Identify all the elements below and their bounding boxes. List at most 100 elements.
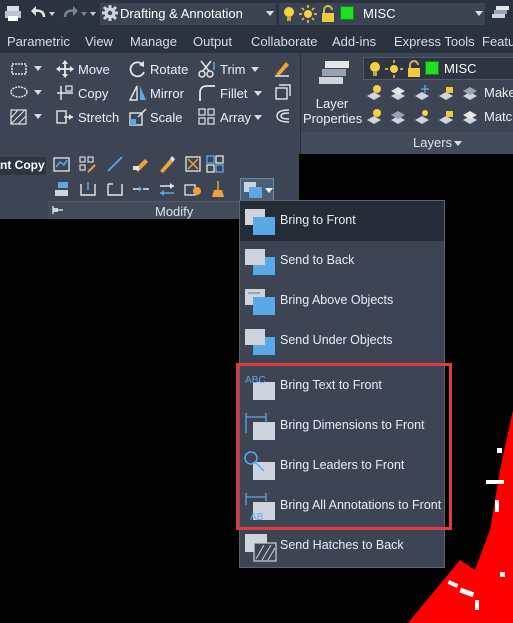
- redo-icon[interactable]: [62, 4, 80, 22]
- offset-icon[interactable]: [273, 107, 291, 125]
- menu-item-send-under-objects[interactable]: Send Under Objects: [240, 321, 444, 361]
- quick-access-toolbar: Drafting & Annotation MISC: [0, 0, 513, 29]
- print-icon[interactable]: [4, 4, 22, 22]
- customize-dropdown-icon[interactable]: [89, 4, 97, 22]
- layer-combo[interactable]: MISC: [363, 57, 513, 80]
- explode-icon[interactable]: [273, 83, 291, 101]
- chevron-down-icon[interactable]: [254, 115, 262, 121]
- tab-express-tools[interactable]: Express Tools: [394, 34, 475, 49]
- layer-lock-icon[interactable]: [437, 84, 455, 100]
- tab-output[interactable]: Output: [193, 34, 232, 49]
- modify-panel-label: Modify: [155, 204, 194, 219]
- workspace-label: Drafting & Annotation: [120, 6, 243, 21]
- chevron-down-icon[interactable]: [34, 66, 42, 72]
- rotate-button[interactable]: Rotate: [150, 62, 188, 77]
- layer-properties-label-1: Layer: [315, 96, 349, 111]
- layer-name: MISC: [444, 61, 477, 76]
- tab-view[interactable]: View: [85, 34, 113, 49]
- clean-icon[interactable]: [209, 180, 227, 198]
- pencil-edit-icon[interactable]: [158, 155, 176, 173]
- send-under-icon: [244, 326, 278, 358]
- draworder-dropdown-button[interactable]: [240, 178, 274, 202]
- line-icon[interactable]: [106, 155, 124, 173]
- trim-button[interactable]: Trim: [220, 62, 246, 77]
- chevron-down-icon[interactable]: [34, 114, 42, 120]
- layer-properties-label-2: Properties: [303, 111, 363, 126]
- undo-dropdown-icon[interactable]: [48, 4, 56, 22]
- menu-item-bring-to-front[interactable]: Bring to Front: [240, 201, 444, 241]
- menu-item-label: Bring to Front: [280, 213, 356, 227]
- mirror-icon: [129, 84, 147, 102]
- draworder-pencil-icon[interactable]: [132, 155, 150, 173]
- layer-name: MISC: [363, 6, 396, 21]
- menu-item-label: Send Under Objects: [280, 333, 393, 347]
- copy-nested-icon[interactable]: [184, 180, 202, 198]
- break-at-point-icon[interactable]: [79, 180, 97, 198]
- match-layer-icon: [461, 108, 479, 124]
- layer-isolate-icon[interactable]: [389, 84, 407, 100]
- trim-icon: [198, 60, 216, 78]
- pin-icon[interactable]: [52, 204, 64, 216]
- menu-item-label: Bring Above Objects: [280, 293, 394, 307]
- layer-unlock-icon[interactable]: [437, 108, 455, 124]
- array-button[interactable]: Array: [220, 110, 251, 125]
- tab-featured[interactable]: Featu: [482, 34, 513, 49]
- layer-freeze-icon[interactable]: [413, 84, 431, 100]
- match-layer-button[interactable]: Match: [484, 109, 513, 124]
- gear-icon: [102, 5, 118, 21]
- tab-collaborate[interactable]: Collaborate: [251, 34, 318, 49]
- chevron-down-icon[interactable]: [34, 90, 42, 96]
- chevron-down-icon: [265, 188, 273, 194]
- break-icon[interactable]: [106, 180, 124, 198]
- layer-walk-icon[interactable]: [389, 108, 407, 124]
- drawing-red-region: [408, 410, 513, 623]
- move-button[interactable]: Move: [78, 62, 110, 77]
- layers-panel-label: Layers: [413, 135, 453, 150]
- layer-dropdown[interactable]: MISC: [279, 3, 485, 25]
- copy-button[interactable]: Copy: [78, 86, 108, 101]
- lightbulb-icon: [368, 60, 382, 78]
- scale-button[interactable]: Scale: [150, 110, 183, 125]
- rectangle-icon[interactable]: [10, 62, 28, 76]
- layers-panel-title[interactable]: Layers: [301, 132, 513, 154]
- fillet-icon: [198, 84, 216, 102]
- layer-off-icon[interactable]: [365, 84, 383, 100]
- layer-properties-icon: [315, 57, 349, 91]
- join-icon[interactable]: [132, 180, 150, 198]
- bring-to-front-icon: [243, 181, 263, 199]
- hatch-icon[interactable]: [10, 109, 28, 125]
- scale-icon: [129, 108, 147, 126]
- menu-item-bring-above-objects[interactable]: Bring Above Objects: [240, 281, 444, 321]
- menu-item-label: Send Hatches to Back: [280, 538, 404, 552]
- group-icon[interactable]: [206, 155, 224, 173]
- redo-dropdown-icon[interactable]: [80, 4, 88, 22]
- send-to-back-icon: [244, 246, 278, 278]
- tab-add-ins[interactable]: Add-ins: [332, 34, 376, 49]
- chevron-down-icon[interactable]: [254, 91, 262, 97]
- edit-array-icon[interactable]: [79, 156, 97, 174]
- edit-polyline-icon[interactable]: [53, 156, 71, 174]
- make-current-button[interactable]: Make: [484, 85, 513, 100]
- align-icon[interactable]: [53, 180, 71, 198]
- overkill-icon[interactable]: [184, 155, 202, 173]
- layer-properties-button[interactable]: Layer Properties: [303, 96, 363, 126]
- chevron-down-icon[interactable]: [251, 67, 259, 73]
- move-icon: [56, 60, 74, 78]
- layer-on-icon[interactable]: [365, 108, 383, 124]
- tab-manage[interactable]: Manage: [130, 34, 177, 49]
- layers-panel: Layer Properties MISC Make Match Layers: [300, 53, 513, 154]
- mirror-button[interactable]: Mirror: [150, 86, 184, 101]
- ellipse-icon[interactable]: [10, 85, 28, 99]
- fillet-button[interactable]: Fillet: [220, 86, 247, 101]
- stretch-button[interactable]: Stretch: [78, 110, 119, 125]
- erase-icon[interactable]: [273, 59, 291, 77]
- bring-to-front-icon: [244, 206, 278, 238]
- tab-parametric[interactable]: Parametric: [7, 34, 70, 49]
- menu-item-send-to-back[interactable]: Send to Back: [240, 241, 444, 281]
- layer-properties-small-icon[interactable]: [491, 5, 511, 23]
- layer-thaw-icon[interactable]: [413, 108, 431, 124]
- reverse-icon[interactable]: [158, 180, 176, 198]
- chevron-down-icon: [454, 141, 462, 147]
- workspace-dropdown[interactable]: Drafting & Annotation: [100, 3, 276, 25]
- undo-icon[interactable]: [29, 4, 47, 22]
